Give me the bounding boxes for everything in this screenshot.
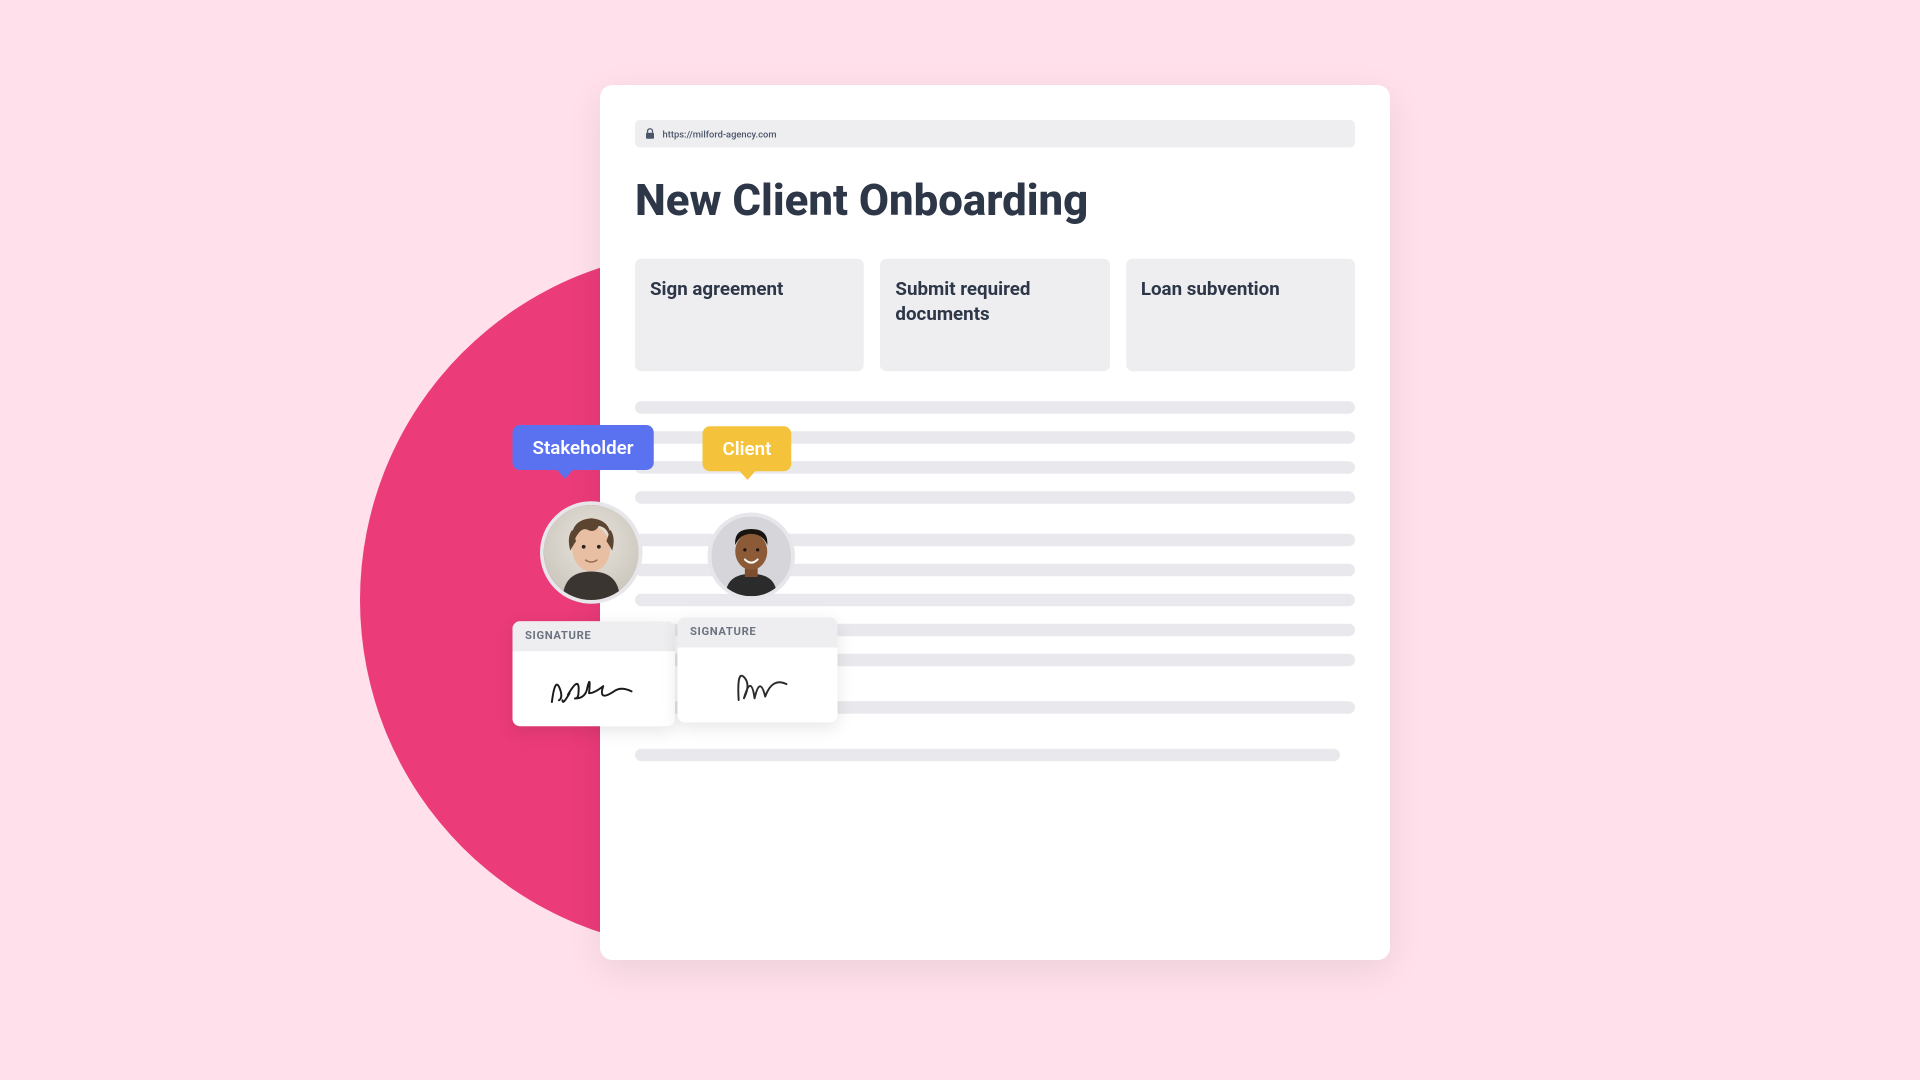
signature-label: SIGNATURE [678,618,838,648]
step-label: Loan subvention [1141,278,1340,302]
url-text: https://milford-agency.com [663,128,777,139]
signature-client [678,648,838,723]
role-badge-stakeholder: Stakeholder [513,425,654,470]
signature-card-stakeholder: SIGNATURE [513,621,676,726]
step-label: Sign agreement [650,278,849,302]
step-label: Submit required documents [895,278,1094,327]
step-card-sign-agreement[interactable]: Sign agreement [635,259,864,372]
participant-client: Client SIGNATURE [703,426,838,722]
avatar-stakeholder [540,501,643,604]
signature-card-client: SIGNATURE [678,618,838,723]
participant-stakeholder: Stakeholder [513,425,676,726]
role-badge-client: Client [703,426,792,471]
steps-row: Sign agreement Submit required documents… [635,259,1355,372]
role-label: Client [723,438,772,461]
step-card-loan-subvention[interactable]: Loan subvention [1126,259,1355,372]
lock-icon [645,128,655,141]
avatar-client [708,513,796,601]
signature-stakeholder [513,651,676,726]
role-label: Stakeholder [533,436,634,459]
page-title: New Client Onboarding [635,175,1355,226]
step-card-submit-documents[interactable]: Submit required documents [880,259,1109,372]
url-bar[interactable]: https://milford-agency.com [635,120,1355,148]
signature-label: SIGNATURE [513,621,676,651]
